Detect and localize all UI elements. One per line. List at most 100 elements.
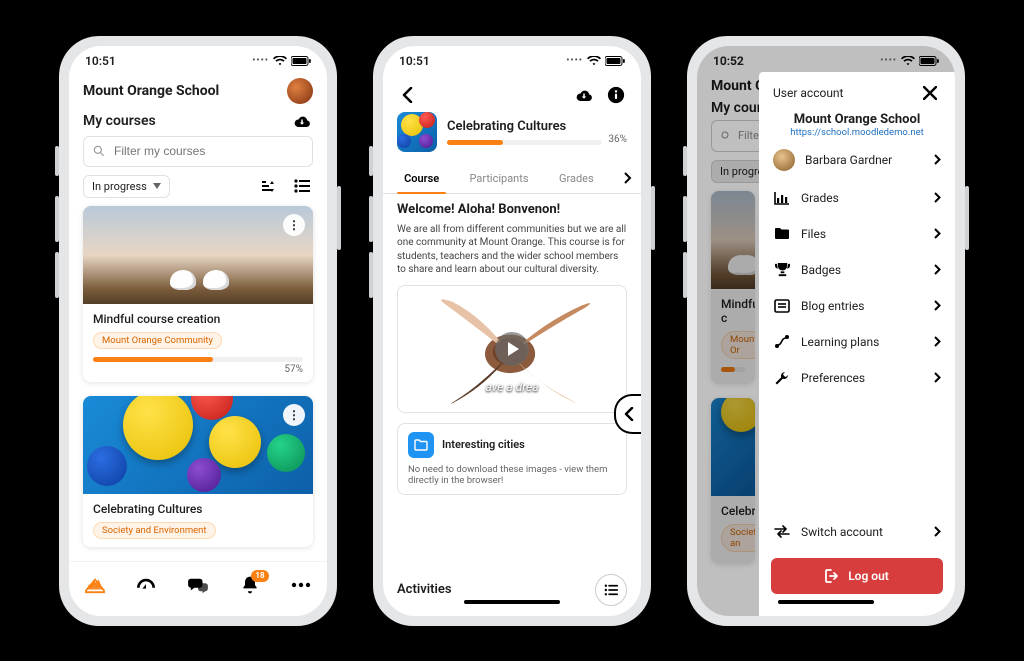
card-menu-icon[interactable]: ⋮	[283, 404, 305, 426]
search-input[interactable]	[83, 136, 313, 167]
filter-label: In progress	[92, 180, 147, 193]
card-menu-icon[interactable]: ⋮	[283, 214, 305, 236]
cellular-icon: ••••	[880, 56, 897, 66]
drawer-handle-icon[interactable]	[614, 394, 641, 434]
menu-item-learning-plans[interactable]: Learning plans	[759, 324, 955, 360]
menu-item-badges[interactable]: Badges	[759, 252, 955, 288]
menu-item-blog[interactable]: Blog entries	[759, 288, 955, 324]
video-thumbnail: ave a drea	[406, 294, 618, 404]
user-name: Barbara Gardner	[805, 153, 892, 167]
menu-item-grades[interactable]: Grades	[759, 180, 955, 216]
course-tag: Society and Environment	[93, 522, 216, 539]
wifi-icon	[901, 56, 915, 66]
course-tabs: Course Participants Grades	[383, 164, 641, 194]
school-name: Mount Orange School	[769, 112, 945, 127]
menu-item-profile[interactable]: Barbara Gardner	[759, 140, 955, 180]
resource-card[interactable]: Interesting cities No need to download t…	[397, 423, 627, 495]
tab-course[interactable]: Course	[383, 164, 460, 193]
avatar	[773, 149, 795, 171]
progress-label: 36%	[608, 134, 627, 145]
battery-icon	[291, 56, 311, 66]
course-card[interactable]: ⋮ Mindful course creation Mount Orange C…	[83, 206, 313, 382]
course-card[interactable]: ⋮ Celebrating Cultures Society and Envir…	[83, 396, 313, 547]
nav-dashboard-icon[interactable]	[84, 574, 106, 596]
status-icons: ••••	[252, 56, 311, 66]
clock: 10:52	[713, 54, 744, 68]
menu-item-files[interactable]: Files	[759, 216, 955, 252]
course-title: Mindful course creation	[93, 312, 303, 326]
nav-messages-icon[interactable]	[187, 574, 209, 596]
battery-icon	[605, 56, 625, 66]
school-url[interactable]: https://school.moodledemo.net	[769, 127, 945, 138]
resource-desc: No need to download these images - view …	[408, 464, 616, 486]
chevron-down-icon	[153, 183, 161, 189]
logout-button[interactable]: Log out	[771, 558, 943, 594]
filter-chip[interactable]: In progress	[83, 175, 170, 198]
list-view-icon[interactable]	[291, 175, 313, 197]
tab-grades[interactable]: Grades	[538, 164, 615, 193]
logout-label: Log out	[848, 569, 889, 583]
course-title: Celebrating Cultures	[447, 119, 627, 134]
nav-speedometer-icon[interactable]	[135, 574, 157, 596]
battery-icon	[919, 56, 939, 66]
app-title: Mount Orange School	[83, 83, 219, 99]
switch-icon	[773, 523, 791, 541]
close-icon[interactable]	[919, 82, 941, 104]
activities-heading: Activities	[397, 582, 452, 597]
status-bar: 10:51 ••••	[69, 46, 327, 76]
clock: 10:51	[85, 54, 116, 68]
phone-course-detail: 10:51 ••••	[373, 36, 651, 626]
download-icon[interactable]	[291, 110, 313, 132]
status-icons: ••••	[880, 56, 939, 66]
welcome-heading: Welcome! Aloha! Bonvenon!	[397, 202, 627, 217]
progress-bar	[93, 357, 303, 362]
cellular-icon: ••••	[566, 56, 583, 66]
nav-notifications-icon[interactable]: 18	[239, 574, 261, 596]
course-description: We are all from different communities bu…	[397, 223, 627, 277]
folder-icon	[773, 225, 791, 243]
video-caption: ave a drea	[485, 380, 538, 394]
stage: 10:51 •••• Mount Orange School My course…	[0, 0, 1024, 661]
menu-item-preferences[interactable]: Preferences	[759, 360, 955, 396]
page-title: My courses	[83, 113, 156, 129]
phone-my-courses: 10:51 •••• Mount Orange School My course…	[59, 36, 337, 626]
wifi-icon	[587, 56, 601, 66]
tab-participants[interactable]: Participants	[460, 164, 537, 193]
avatar[interactable]	[287, 78, 313, 104]
resource-title: Interesting cities	[442, 438, 525, 451]
folder-icon	[408, 432, 434, 458]
back-icon[interactable]	[397, 84, 419, 106]
sheet-title: User account	[773, 86, 843, 100]
sort-icon[interactable]	[257, 175, 279, 197]
course-thumb	[397, 112, 437, 152]
bottom-nav: 18	[69, 561, 327, 616]
progress-bar	[447, 140, 602, 145]
course-image: ⋮	[83, 396, 313, 494]
chart-icon	[773, 189, 791, 207]
wifi-icon	[273, 56, 287, 66]
status-bar: 10:51 ••••	[383, 46, 641, 76]
user-account-sheet: User account Mount Orange School https:/…	[759, 72, 955, 616]
phone-user-account: 10:52 Mount Or My cour Filte In progres …	[687, 36, 965, 626]
blog-icon	[773, 297, 791, 315]
tabs-next-icon[interactable]	[615, 172, 641, 184]
menu-item-switch-account[interactable]: Switch account	[759, 514, 955, 550]
nav-more-icon[interactable]	[290, 574, 312, 596]
trophy-icon	[773, 261, 791, 279]
notification-badge: 18	[251, 570, 268, 582]
search-field[interactable]	[112, 143, 304, 159]
cellular-icon: ••••	[252, 56, 269, 66]
video-card[interactable]: ave a drea	[397, 285, 627, 413]
clock: 10:51	[399, 54, 430, 68]
progress-label: 57%	[93, 364, 303, 375]
status-icons: ••••	[566, 56, 625, 66]
info-icon[interactable]	[605, 84, 627, 106]
play-icon[interactable]	[495, 332, 529, 366]
download-icon[interactable]	[573, 84, 595, 106]
wrench-icon	[773, 369, 791, 387]
search-icon	[92, 144, 106, 158]
course-tag: Mount Orange Community	[93, 332, 222, 349]
route-icon	[773, 333, 791, 351]
activities-list-icon[interactable]	[595, 574, 627, 606]
logout-icon	[825, 569, 840, 583]
